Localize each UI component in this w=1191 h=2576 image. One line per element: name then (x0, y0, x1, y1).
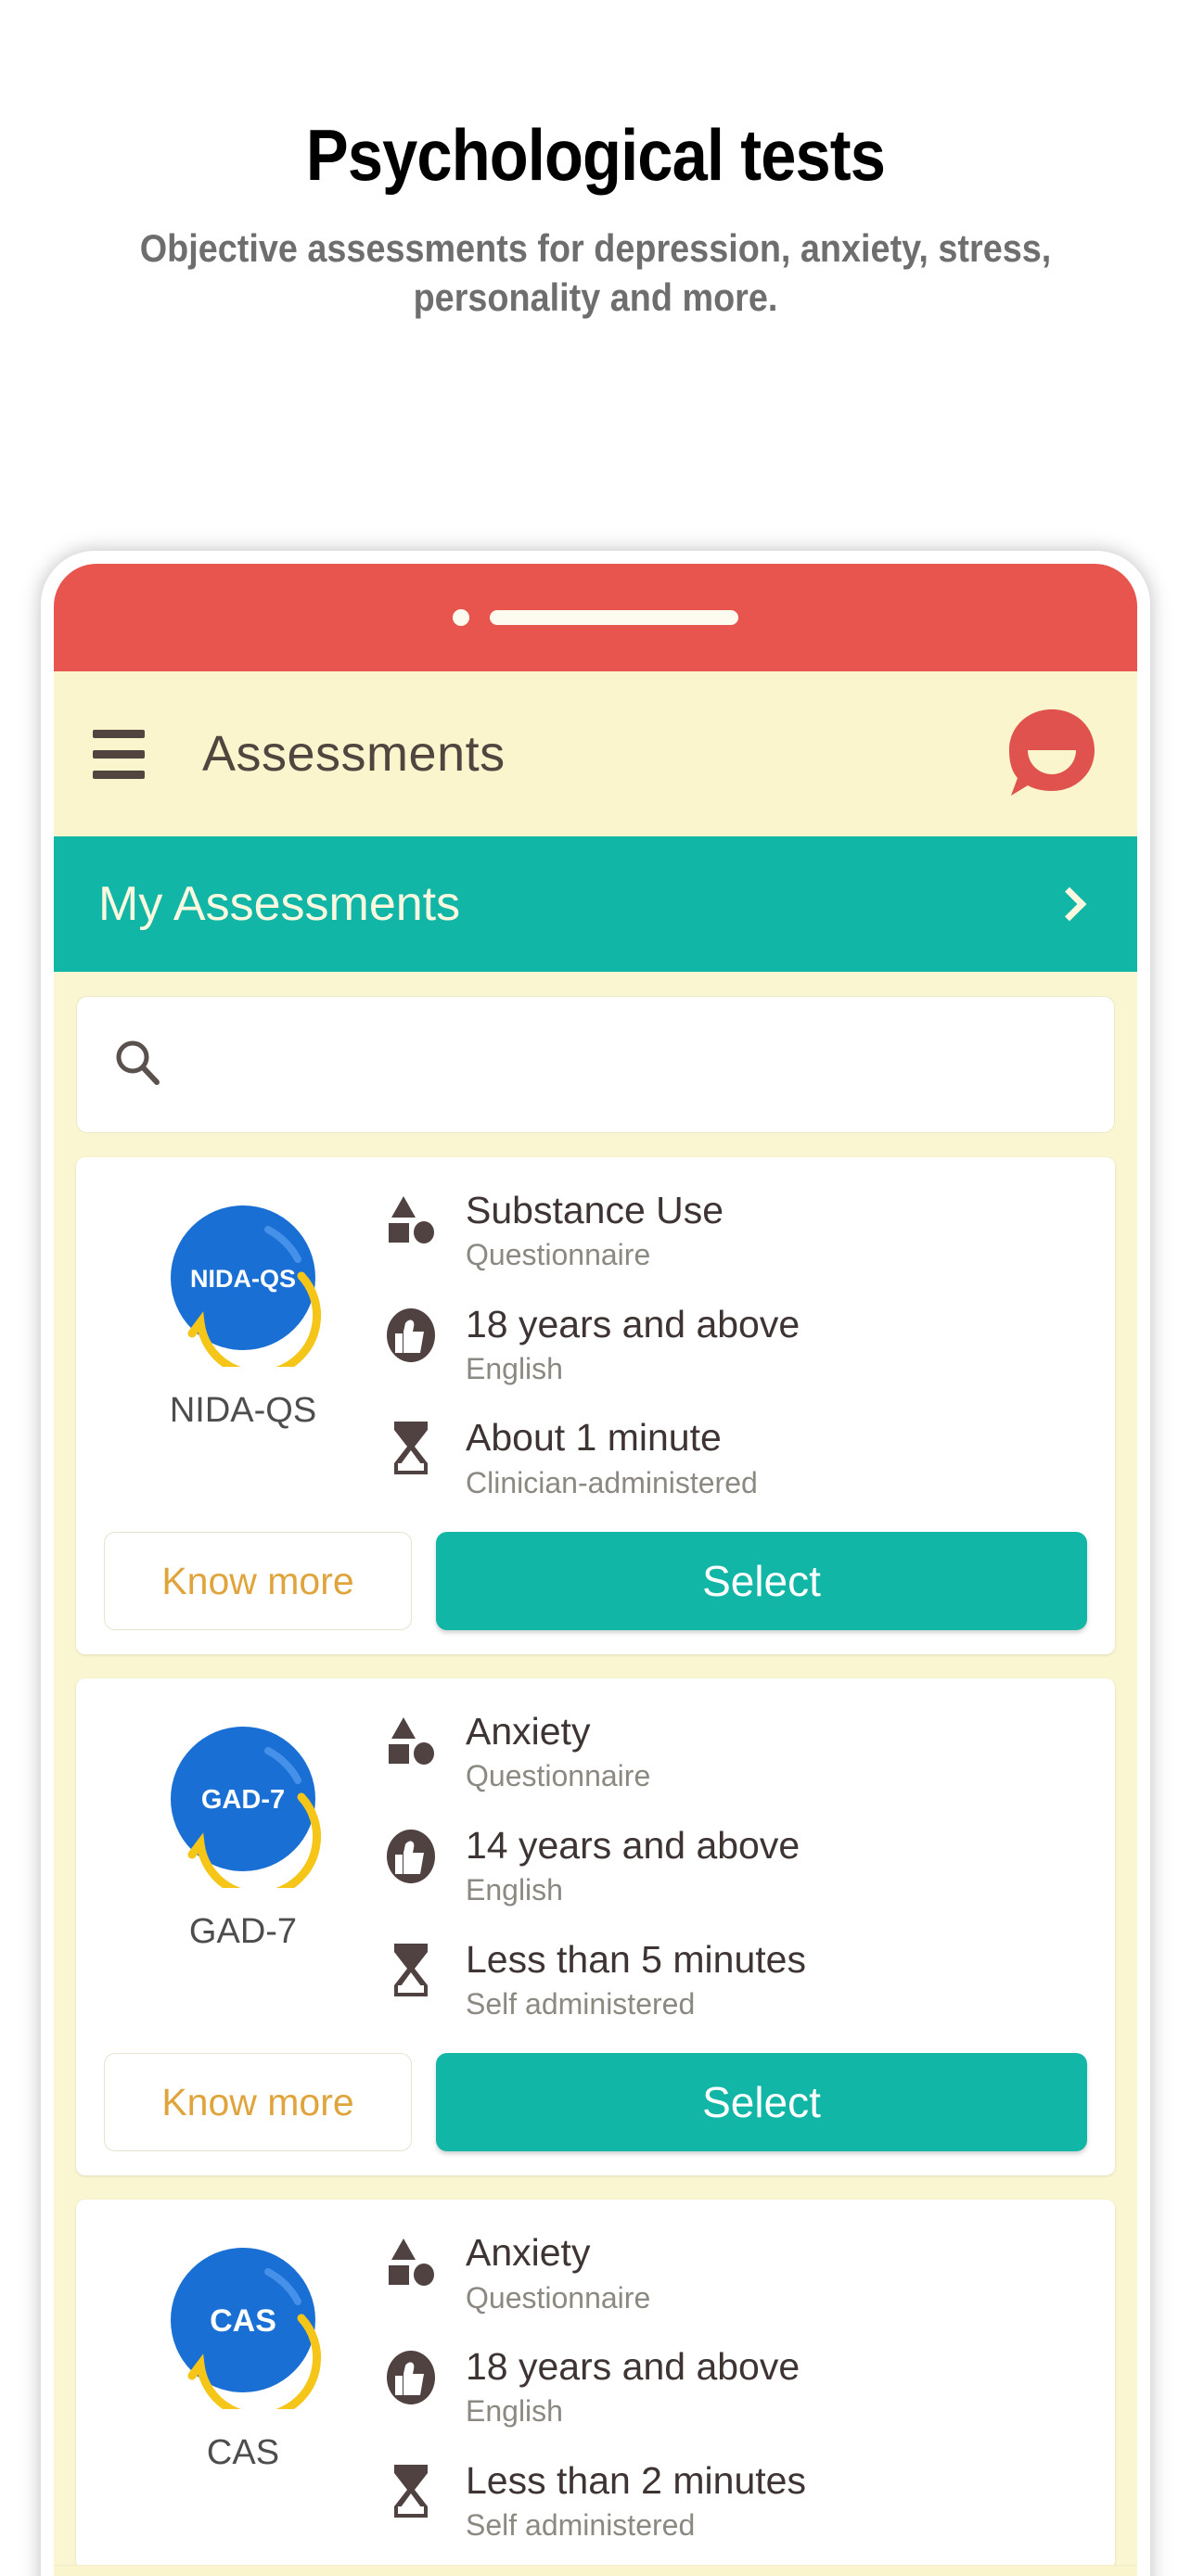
meta-secondary: Questionnaire (466, 2280, 651, 2315)
page-subtitle: Objective assessments for depression, an… (139, 226, 1052, 319)
assessment-badge-label: NIDA-QS (169, 1391, 317, 1430)
meta-secondary: Clinician-administered (466, 1465, 758, 1499)
hamburger-line (93, 770, 145, 779)
meta-text: Anxiety Questionnaire (466, 2231, 650, 2317)
card-top: GAD-7 GAD-7 Anxiety Questionnaire 14 yea… (104, 1704, 1087, 2023)
hamburger-line (93, 749, 145, 759)
know-more-button[interactable]: Know more (104, 2053, 412, 2152)
meta-text: About 1 minute Clinician-administered (466, 1416, 758, 1502)
meta-row-category: Anxiety Questionnaire (382, 1710, 1087, 1796)
meta-row-category: Substance Use Questionnaire (382, 1189, 1087, 1275)
card-top: CAS CAS Anxiety Questionnaire 18 years a… (104, 2225, 1087, 2544)
badge-column: GAD-7 GAD-7 (104, 1704, 382, 1952)
assessment-card[interactable]: NIDA-QS NIDA-QS Substance Use Questionna… (76, 1157, 1115, 1655)
meta-column: Substance Use Questionnaire 18 years and… (382, 1183, 1087, 1502)
select-button[interactable]: Select (436, 2053, 1087, 2152)
meta-text: 18 years and above English (466, 1303, 800, 1389)
know-more-button[interactable]: Know more (104, 1532, 412, 1631)
meta-primary: 18 years and above (466, 2345, 800, 2389)
thumbs-up-icon (382, 2345, 440, 2406)
assessment-badge-label: GAD-7 (188, 1912, 298, 1952)
bottom-navigation (54, 2565, 1137, 2576)
meta-secondary: Self administered (466, 1986, 696, 2021)
meta-primary: Anxiety (466, 1710, 591, 1753)
card-actions: Know more Select (104, 1532, 1087, 1631)
badge-column: NIDA-QS NIDA-QS (104, 1183, 382, 1431)
assessment-badge-icon: GAD-7 (157, 1715, 329, 1900)
meta-text: Substance Use Questionnaire (466, 1189, 724, 1275)
assessment-badge-icon: CAS (157, 2237, 329, 2421)
my-assessments-label: My Assessments (98, 877, 461, 931)
phone-screen: Assessments My Assessments NIDA-QS NIDA-… (54, 564, 1137, 2576)
speaker-bar-icon (490, 610, 738, 625)
meta-row-duration: Less than 5 minutes Self administered (382, 1938, 1087, 2024)
card-top: NIDA-QS NIDA-QS Substance Use Questionna… (104, 1183, 1087, 1502)
meta-text: 14 years and above English (466, 1824, 800, 1910)
shapes-category-icon (382, 2231, 440, 2292)
meta-primary: Less than 2 minutes (466, 2458, 806, 2502)
meta-text: 18 years and above English (466, 2345, 800, 2431)
meta-text: Less than 2 minutes Self administered (466, 2459, 806, 2545)
badge-text: CAS (210, 2303, 276, 2339)
meta-row-audience: 18 years and above English (382, 1303, 1087, 1389)
badge-text: GAD-7 (201, 1785, 285, 1815)
meta-primary: Anxiety (466, 2231, 591, 2275)
badge-column: CAS CAS (104, 2225, 382, 2473)
meta-column: Anxiety Questionnaire (382, 2225, 1087, 2544)
status-bar (54, 564, 1137, 671)
select-button[interactable]: Select (436, 1532, 1087, 1631)
phone-mockup: Assessments My Assessments NIDA-QS NIDA-… (41, 551, 1150, 2576)
card-actions: Know more Select (104, 2053, 1087, 2152)
shapes-category-icon (382, 1189, 440, 1250)
page-title: Psychological tests (305, 114, 886, 196)
meta-secondary: Self administered (466, 2508, 696, 2543)
app-bar: Assessments (54, 671, 1137, 836)
app-screenshot: Psychological tests Objective assessment… (0, 0, 1191, 2576)
meta-secondary: English (466, 2394, 563, 2429)
assessment-card[interactable]: CAS CAS Anxiety Questionnaire 18 years a… (76, 2200, 1115, 2570)
hourglass-icon (382, 1416, 440, 1477)
meta-primary: About 1 minute (466, 1416, 722, 1460)
hourglass-icon (382, 2459, 440, 2520)
search-input[interactable] (76, 996, 1115, 1133)
thumbs-up-icon (382, 1303, 440, 1364)
meta-secondary: Questionnaire (466, 1759, 651, 1793)
badge-text: NIDA-QS (190, 1265, 296, 1293)
hamburger-menu-icon[interactable] (93, 729, 145, 779)
assessment-badge-label: CAS (206, 2433, 280, 2473)
chevron-right-icon (1052, 886, 1087, 922)
meta-row-audience: 14 years and above English (382, 1824, 1087, 1910)
meta-row-duration: About 1 minute Clinician-administered (382, 1416, 1087, 1502)
meta-secondary: English (466, 1351, 563, 1385)
meta-secondary: Questionnaire (466, 1238, 651, 1272)
chat-bubble-smile-icon[interactable] (1002, 704, 1102, 804)
meta-column: Anxiety Questionnaire (382, 1704, 1087, 2023)
search-icon (110, 1036, 164, 1094)
meta-primary: Substance Use (466, 1189, 724, 1231)
hourglass-icon (382, 1938, 440, 1999)
shapes-category-icon (382, 1710, 440, 1771)
thumbs-up-icon (382, 1824, 440, 1885)
my-assessments-bar[interactable]: My Assessments (54, 836, 1137, 972)
meta-primary: 14 years and above (466, 1823, 800, 1867)
meta-row-category: Anxiety Questionnaire (382, 2231, 1087, 2317)
meta-row-audience: 18 years and above English (382, 2345, 1087, 2431)
assessment-badge-icon: NIDA-QS (157, 1194, 329, 1379)
meta-primary: 18 years and above (466, 1302, 800, 1345)
hamburger-line (93, 729, 145, 738)
marketing-header: Psychological tests Objective assessment… (0, 0, 1191, 322)
meta-row-duration: Less than 2 minutes Self administered (382, 2459, 1087, 2545)
assessment-card[interactable]: GAD-7 GAD-7 Anxiety Questionnaire 14 yea… (76, 1678, 1115, 2176)
app-bar-title: Assessments (202, 726, 506, 782)
camera-dot-icon (453, 609, 469, 626)
assessments-list-area: NIDA-QS NIDA-QS Substance Use Questionna… (54, 972, 1137, 2576)
meta-secondary: English (466, 1873, 563, 1907)
meta-text: Less than 5 minutes Self administered (466, 1938, 806, 2024)
meta-text: Anxiety Questionnaire (466, 1710, 650, 1796)
meta-primary: Less than 5 minutes (466, 1937, 806, 1981)
